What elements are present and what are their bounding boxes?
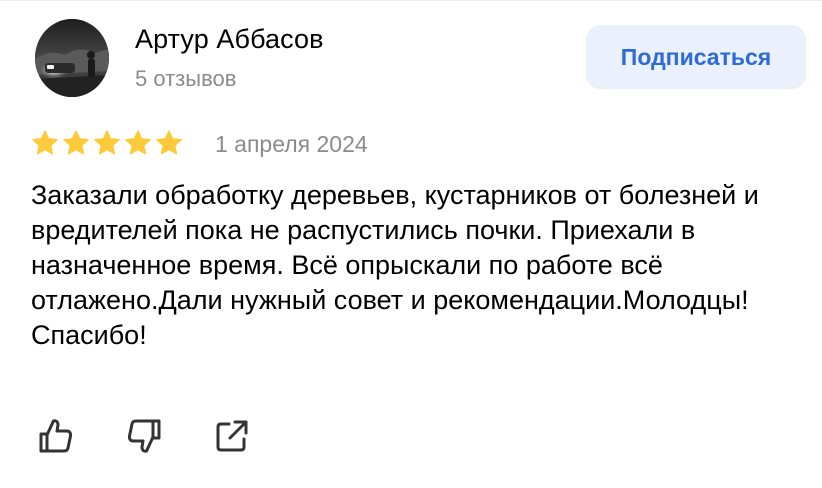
review-date: 1 апреля 2024 (215, 131, 368, 157)
share-icon (216, 420, 248, 452)
rating-stars (31, 128, 183, 158)
top-divider (0, 0, 822, 1)
thumbs-up-icon (39, 419, 73, 453)
thumbs-down-icon (127, 419, 161, 453)
review-text: Заказали обработку деревьев, кустарников… (31, 180, 759, 350)
author-reviews-count: 5 отзывов (135, 66, 237, 91)
dislike-button[interactable] (122, 414, 166, 458)
subscribe-button[interactable]: Подписаться (586, 25, 806, 89)
star-icon (94, 130, 120, 155)
review-actions (34, 414, 254, 458)
star-icon (32, 130, 58, 155)
star-icon (63, 130, 89, 155)
user-photo-icon (35, 19, 109, 97)
like-button[interactable] (34, 414, 78, 458)
author-name[interactable]: Артур Аббасов (135, 24, 324, 55)
share-button[interactable] (210, 414, 254, 458)
star-icon (125, 130, 151, 155)
star-icon (156, 130, 182, 155)
author-avatar[interactable] (35, 19, 109, 97)
